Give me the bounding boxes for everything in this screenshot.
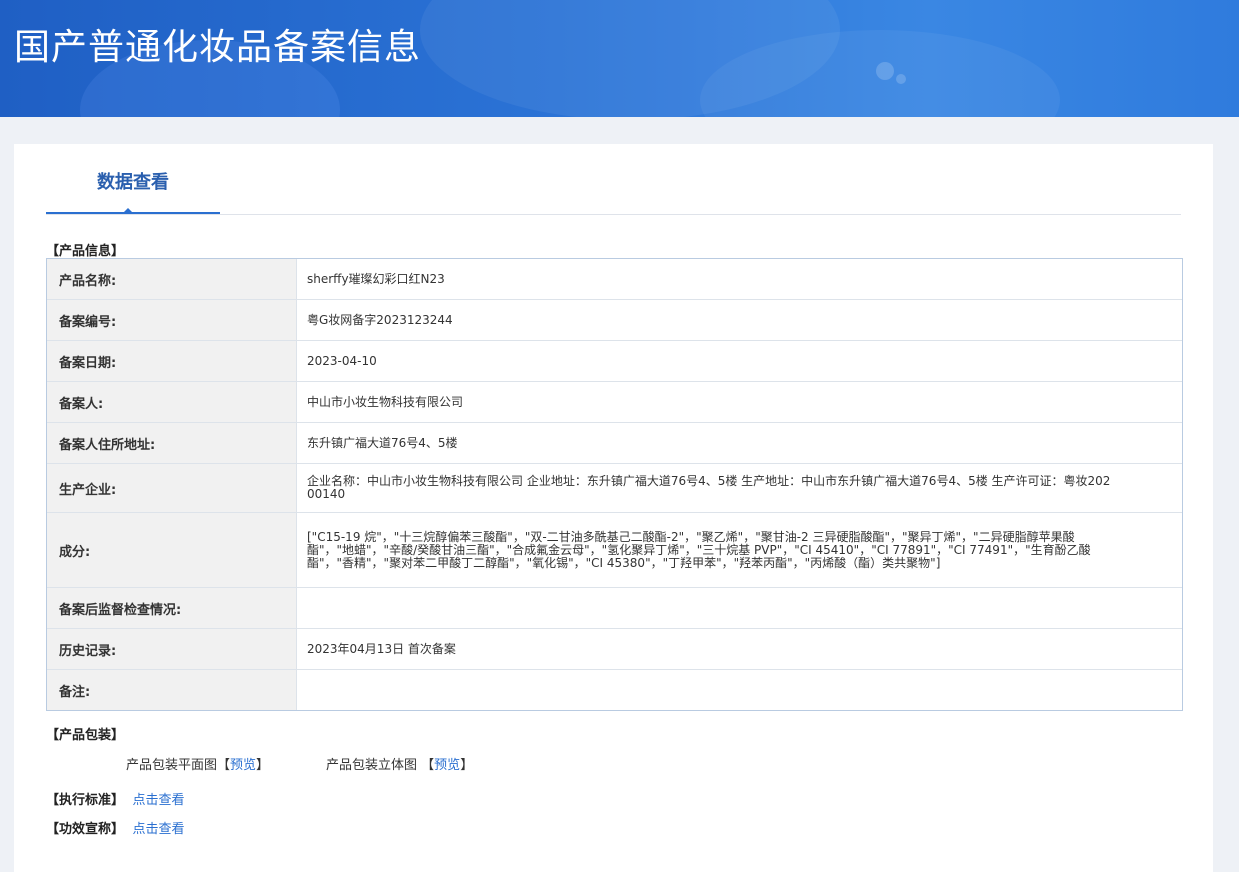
tab-label: 数据查看 — [97, 172, 169, 193]
table-row: 历史记录: 2023年04月13日 首次备案 — [47, 629, 1182, 670]
tab-bar: 数据查看 — [46, 144, 1181, 215]
row-label: 备案后监督检查情况: — [47, 588, 297, 628]
row-label: 备注: — [47, 670, 297, 710]
packaging-solid-item: 产品包装立体图 【预览】 — [326, 754, 473, 773]
table-row: 备案人: 中山市小妆生物科技有限公司 — [47, 382, 1182, 423]
row-value: 2023-04-10 — [307, 353, 377, 368]
row-value: 企业名称：中山市小妆生物科技有限公司 企业地址：东升镇广福大道76号4、5楼 生… — [307, 474, 1111, 501]
row-label: 备案编号: — [47, 300, 297, 340]
efficacy-label: 【功效宣称】 — [46, 822, 125, 837]
bracket-close: 】 — [256, 758, 270, 773]
table-row: 备案编号: 粤G妆网备字2023123244 — [47, 300, 1182, 341]
row-value: 中山市小妆生物科技有限公司 — [307, 394, 464, 409]
row-value: 粤G妆网备字2023123244 — [307, 312, 453, 327]
standard-label: 【执行标准】 — [46, 793, 125, 808]
page-title: 国产普通化妆品备案信息 — [14, 27, 422, 68]
table-row: 产品名称: sherffy璀璨幻彩口红N23 — [47, 259, 1182, 300]
row-value: 东升镇广福大道76号4、5楼 — [307, 435, 458, 450]
solid-preview-link[interactable]: 预览 — [434, 758, 460, 773]
content-card: 数据查看 【产品信息】 产品名称: sherffy璀璨幻彩口红N23 备案编号:… — [14, 144, 1213, 872]
packaging-flat-label: 产品包装平面图 — [126, 758, 218, 773]
bracket-open: 【 — [421, 758, 435, 773]
row-label: 历史记录: — [47, 629, 297, 669]
row-label: 产品名称: — [47, 259, 297, 299]
table-row: 备案日期: 2023-04-10 — [47, 341, 1182, 382]
standard-item: 【执行标准】 点击查看 — [46, 789, 185, 808]
row-value: sherffy璀璨幻彩口红N23 — [307, 271, 445, 286]
tab-indicator-caret — [122, 208, 134, 214]
product-info-table: 产品名称: sherffy璀璨幻彩口红N23 备案编号: 粤G妆网备字20231… — [46, 258, 1183, 711]
banner-dot — [896, 74, 906, 84]
row-label: 成分: — [47, 513, 297, 587]
bracket-close: 】 — [460, 758, 474, 773]
product-info-heading: 【产品信息】 — [46, 244, 125, 259]
packaging-heading: 【产品包装】 — [46, 728, 125, 743]
row-value: ["C15-19 烷"，"十三烷醇偏苯三酸酯"，"双-二甘油多酰基己二酸酯-2"… — [307, 529, 1091, 570]
row-label: 备案人: — [47, 382, 297, 422]
efficacy-item: 【功效宣称】 点击查看 — [46, 818, 185, 837]
header-banner: 国产普通化妆品备案信息 — [0, 0, 1239, 117]
row-value: 2023年04月13日 首次备案 — [307, 641, 456, 656]
banner-dot — [876, 62, 894, 80]
tab-data-view[interactable]: 数据查看 — [46, 144, 220, 214]
table-row: 备案后监督检查情况: — [47, 588, 1182, 629]
row-value — [297, 670, 1182, 710]
table-row: 备案人住所地址: 东升镇广福大道76号4、5楼 — [47, 423, 1182, 464]
row-value — [297, 588, 1182, 628]
table-row: 备注: — [47, 670, 1182, 710]
packaging-solid-label: 产品包装立体图 — [326, 758, 418, 773]
packaging-flat-item: 产品包装平面图【预览】 — [126, 754, 269, 773]
efficacy-view-link[interactable]: 点击查看 — [133, 822, 185, 837]
row-label: 备案日期: — [47, 341, 297, 381]
table-row: 生产企业: 企业名称：中山市小妆生物科技有限公司 企业地址：东升镇广福大道76号… — [47, 464, 1182, 513]
table-row: 成分: ["C15-19 烷"，"十三烷醇偏苯三酸酯"，"双-二甘油多酰基己二酸… — [47, 513, 1182, 588]
row-label: 备案人住所地址: — [47, 423, 297, 463]
bracket-open: 【 — [217, 758, 231, 773]
standard-view-link[interactable]: 点击查看 — [133, 793, 185, 808]
flat-preview-link[interactable]: 预览 — [230, 758, 256, 773]
row-label: 生产企业: — [47, 464, 297, 512]
